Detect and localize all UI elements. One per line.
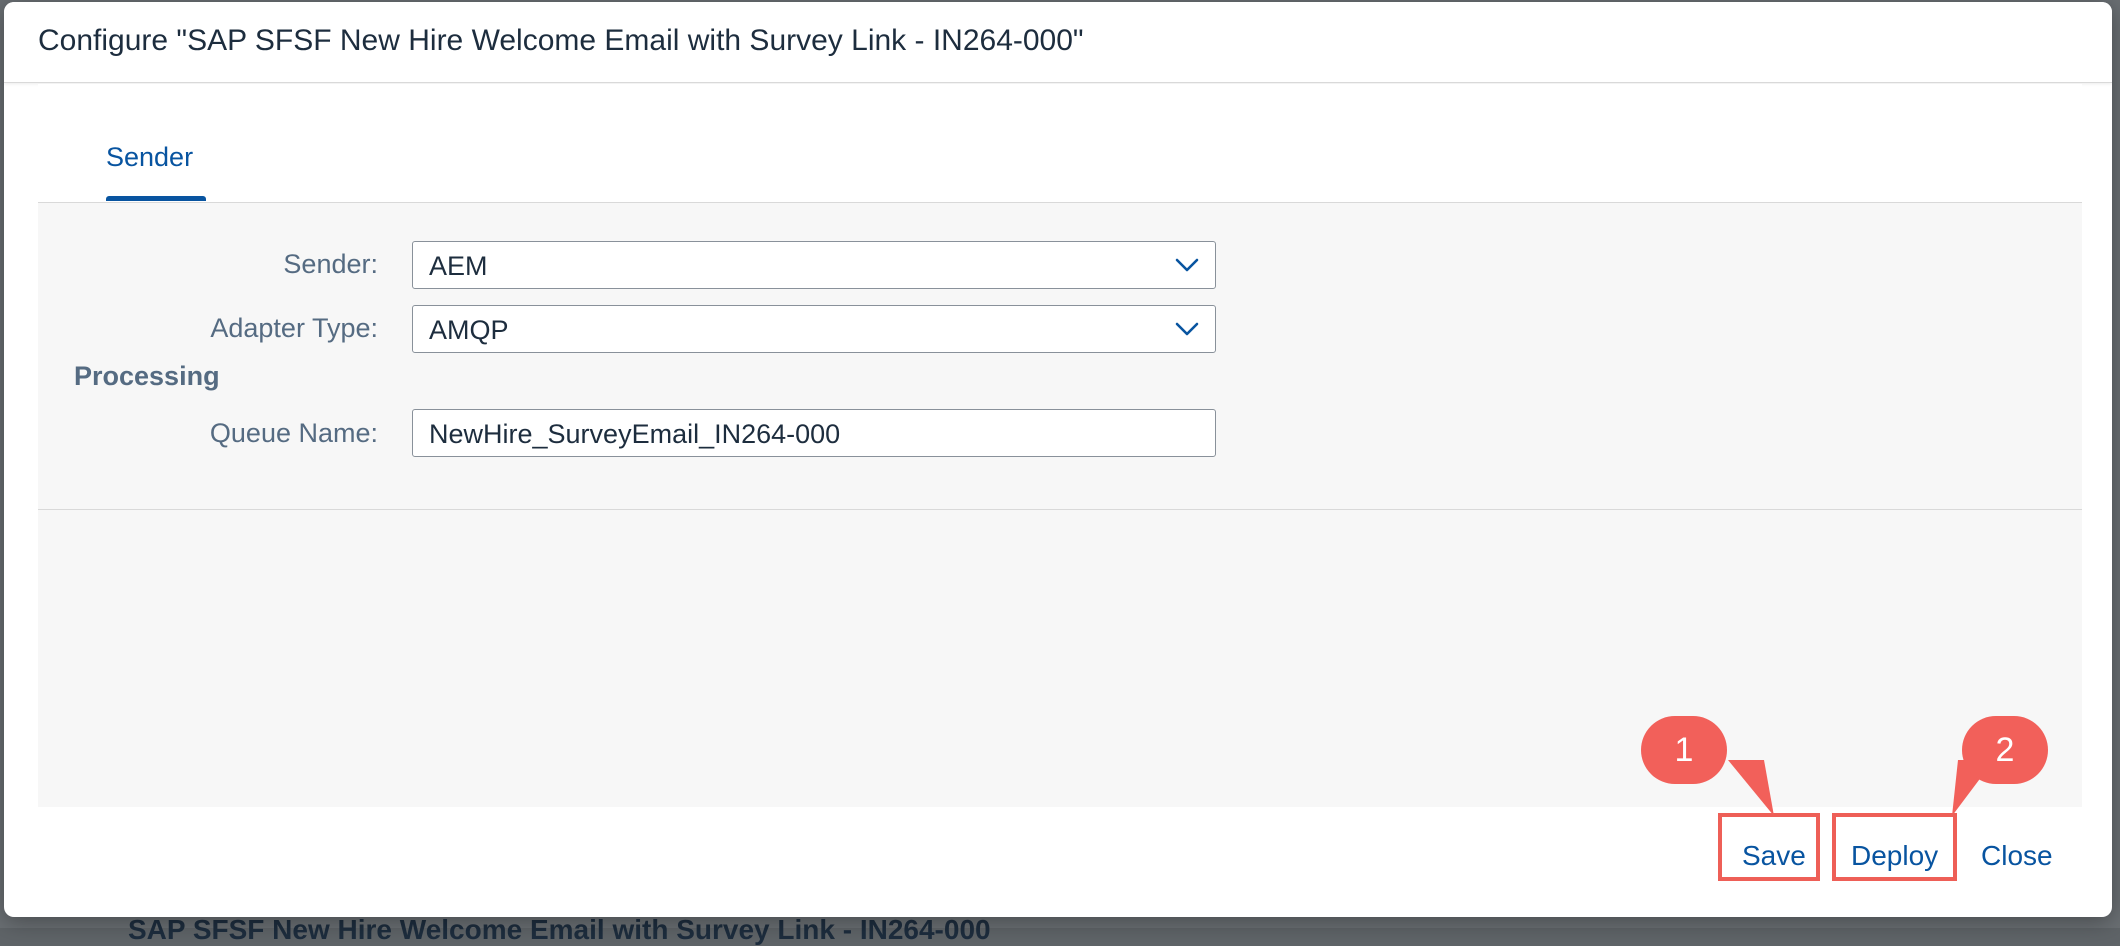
tab-sender[interactable]: Sender	[106, 142, 193, 173]
configure-dialog: Configure "SAP SFSF New Hire Welcome Ema…	[4, 2, 2112, 917]
processing-heading: Processing	[74, 361, 220, 391]
queue-name-input-value: NewHire_SurveyEmail_IN264-000	[429, 419, 841, 449]
chevron-down-icon	[1175, 258, 1199, 272]
adapter-type-label: Adapter Type:	[210, 313, 378, 343]
adapter-type-select-value: AMQP	[429, 315, 509, 345]
active-tab-indicator	[106, 196, 206, 201]
tab-content: Sender: AEM Adapter Type: AMQP Processin…	[38, 203, 2082, 807]
adapter-type-select[interactable]: AMQP	[412, 305, 1216, 353]
sender-form: Sender: AEM Adapter Type: AMQP Processin…	[38, 203, 2082, 510]
chevron-down-icon	[1175, 322, 1199, 336]
sender-select-value: AEM	[429, 251, 488, 281]
dialog-title: Configure "SAP SFSF New Hire Welcome Ema…	[38, 24, 1084, 57]
sender-select[interactable]: AEM	[412, 241, 1216, 289]
dialog-header: Configure "SAP SFSF New Hire Welcome Ema…	[4, 2, 2112, 83]
queue-name-label: Queue Name:	[209, 418, 378, 448]
callout-1-badge: 1	[1641, 716, 1727, 784]
save-highlight-box	[1718, 813, 1820, 881]
deploy-highlight-box	[1832, 813, 1957, 881]
sender-label: Sender:	[283, 249, 378, 279]
tab-bar: Sender	[38, 84, 2082, 203]
callout-2-badge: 2	[1962, 716, 2048, 784]
close-button[interactable]: Close	[1967, 832, 2067, 880]
background-page-title: SAP SFSF New Hire Welcome Email with Sur…	[128, 914, 991, 945]
queue-name-input[interactable]: NewHire_SurveyEmail_IN264-000	[412, 409, 1216, 457]
